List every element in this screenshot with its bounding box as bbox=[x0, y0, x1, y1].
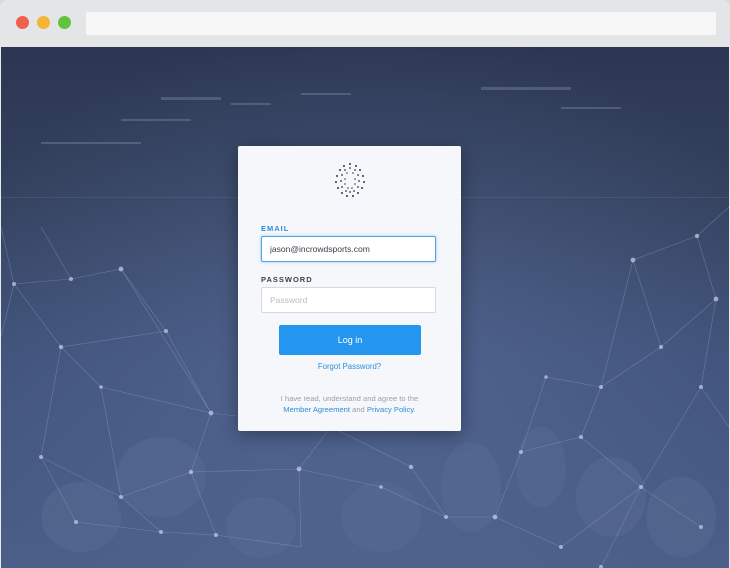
address-bar[interactable] bbox=[86, 12, 716, 35]
terms-suffix: . bbox=[413, 405, 416, 414]
minimize-window-button[interactable] bbox=[37, 16, 50, 29]
terms-and: and bbox=[352, 405, 365, 414]
terms-text: I have read, understand and agree to the… bbox=[238, 393, 461, 415]
privacy-policy-link[interactable]: Privacy Policy bbox=[367, 405, 414, 414]
stadium-logo-icon bbox=[335, 163, 365, 197]
browser-toolbar bbox=[0, 0, 730, 47]
terms-prefix: I have read, understand and agree to the bbox=[280, 394, 419, 403]
browser-window: EMAIL PASSWORD Log in Forgot Password? I… bbox=[0, 0, 730, 568]
login-card: EMAIL PASSWORD Log in Forgot Password? I… bbox=[238, 146, 461, 431]
login-button[interactable]: Log in bbox=[279, 325, 421, 355]
close-window-button[interactable] bbox=[16, 16, 29, 29]
forgot-password-link[interactable]: Forgot Password? bbox=[238, 362, 461, 371]
password-label: PASSWORD bbox=[261, 275, 313, 284]
password-field[interactable] bbox=[261, 287, 436, 313]
maximize-window-button[interactable] bbox=[58, 16, 71, 29]
email-field[interactable] bbox=[261, 236, 436, 262]
email-label: EMAIL bbox=[261, 224, 290, 233]
member-agreement-link[interactable]: Member Agreement bbox=[283, 405, 350, 414]
